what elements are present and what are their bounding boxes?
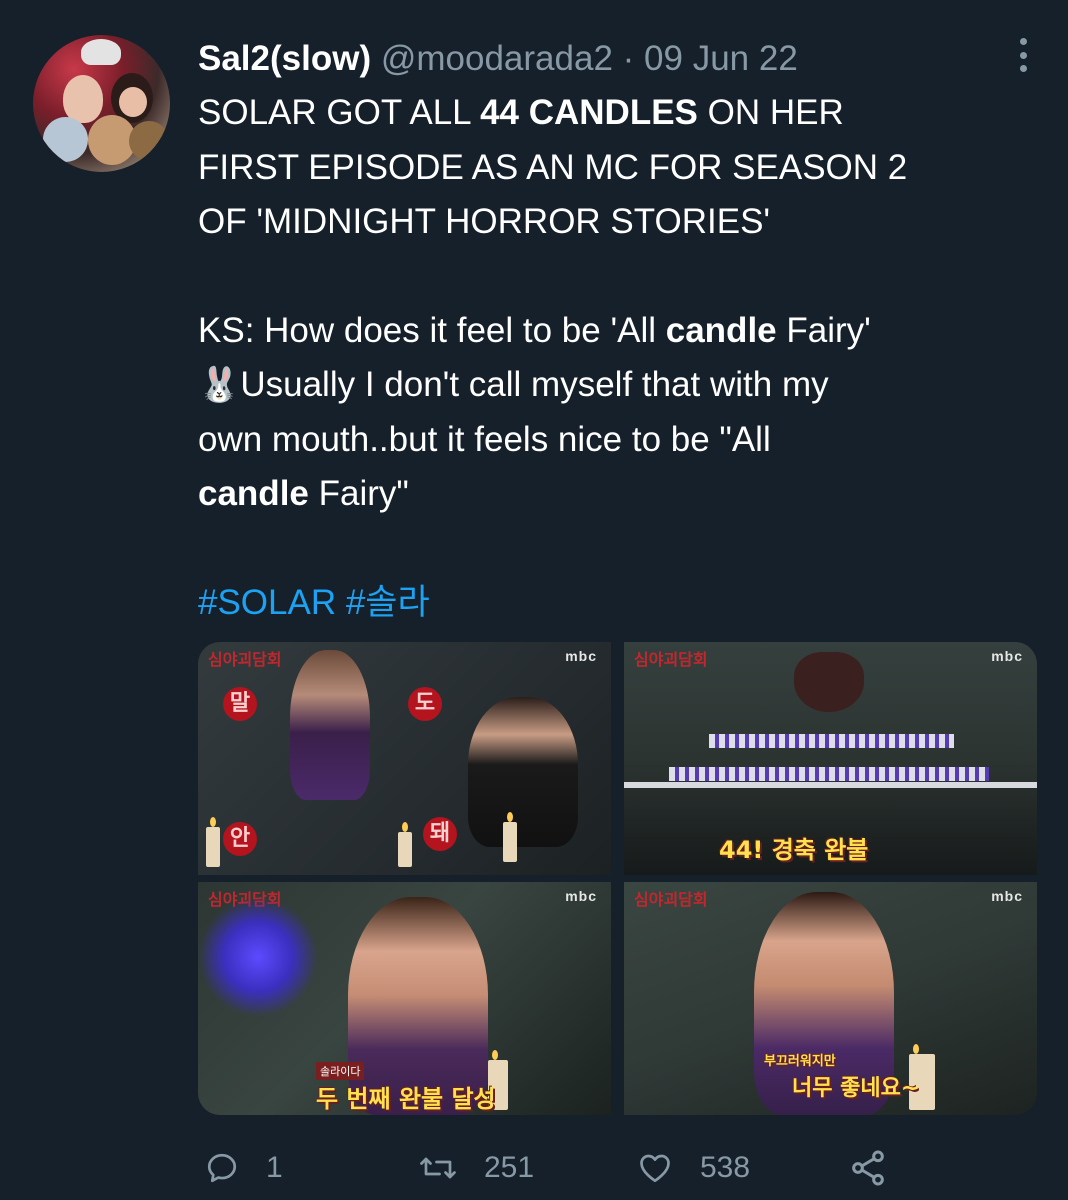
more-options-icon[interactable] (1018, 38, 1028, 72)
media-image-3[interactable]: 심야괴담회 mbc 솔라이다 두 번째 완불 달성 (198, 882, 611, 1115)
text-line: FIRST EPISODE AS AN MC FOR SEASON 2 (198, 147, 908, 187)
reply-button[interactable]: 1 (204, 1144, 283, 1192)
reply-count: 1 (266, 1151, 283, 1184)
host-figure (468, 697, 578, 847)
show-logo: 심야괴담회 (634, 892, 708, 909)
text-line: SOLAR GOT ALL 44 CANDLES ON HER (198, 93, 844, 132)
tweet-card[interactable]: Sal2(slow) @moodarada2 · 09 Jun 22 SOLAR… (0, 0, 1068, 1200)
caption-blob: 도 (408, 687, 442, 721)
media-grid: 심야괴담회 mbc 말 도 안 돼 심야괴담회 mbc 44! 경축 완불 심야… (198, 642, 1037, 1115)
frame-caption: 너무 좋네요~ (792, 1076, 920, 1101)
solar-figure (290, 650, 370, 800)
text-line: OF 'MIDNIGHT HORROR STORIES' (198, 202, 771, 241)
caption-name-tag: 솔라이다 (316, 1062, 365, 1080)
hashtag-links[interactable]: #SOLAR #솔라 (198, 576, 1028, 631)
purple-light-shape (198, 897, 318, 1017)
separator-dot: · (622, 39, 635, 78)
avatar[interactable] (33, 35, 170, 172)
broadcaster-watermark: mbc (565, 888, 597, 904)
reply-icon (207, 1153, 237, 1183)
candle-row (669, 767, 989, 781)
share-icon (852, 1150, 884, 1186)
media-image-1[interactable]: 심야괴담회 mbc 말 도 안 돼 (198, 642, 611, 875)
bull-skull-shape (794, 652, 864, 712)
candle (503, 812, 517, 862)
heart-icon (640, 1154, 670, 1183)
text-line: own mouth..but it feels nice to be "All (198, 419, 771, 459)
text-line: 🐰Usually I don't call myself that with m… (198, 365, 829, 404)
display-name[interactable]: Sal2(slow) (198, 39, 371, 78)
tweet-text: SOLAR GOT ALL 44 CANDLES ON HER FIRST EP… (198, 86, 1028, 630)
rabbit-emoji-icon: 🐰 (198, 366, 241, 404)
caption-blob: 돼 (423, 817, 457, 851)
frame-caption: 두 번째 완불 달성 (316, 1085, 496, 1113)
caption-blob: 안 (223, 822, 257, 856)
show-logo: 심야괴담회 (634, 652, 708, 669)
broadcaster-watermark: mbc (991, 888, 1023, 904)
user-handle[interactable]: @moodarada2 (381, 39, 613, 78)
tweet-actions: 1 251 538 (200, 1144, 900, 1192)
like-count: 538 (700, 1151, 751, 1184)
broadcaster-watermark: mbc (565, 648, 597, 664)
retweet-button[interactable]: 251 (418, 1144, 534, 1192)
broadcaster-watermark: mbc (991, 648, 1023, 664)
caption-blob: 말 (223, 687, 257, 721)
text-line: candle Fairy" (198, 474, 409, 513)
retweet-count: 251 (484, 1151, 535, 1184)
candle-row (709, 734, 954, 748)
media-image-4[interactable]: 심야괴담회 mbc 부끄러워지만 너무 좋네요~ (624, 882, 1037, 1115)
candle (398, 822, 412, 867)
show-logo: 심야괴담회 (208, 652, 282, 669)
like-button[interactable]: 538 (636, 1144, 750, 1192)
frame-caption-top: 부끄러워지만 (764, 1054, 836, 1069)
tweet-date[interactable]: 09 Jun 22 (644, 39, 798, 78)
candle (206, 817, 220, 867)
retweet-icon (420, 1157, 456, 1179)
share-button[interactable] (848, 1144, 888, 1192)
text-line: KS: How does it feel to be 'All candle F… (198, 310, 871, 350)
frame-caption: 44! 경축 완불 (719, 836, 869, 864)
media-image-2[interactable]: 심야괴담회 mbc 44! 경축 완불 (624, 642, 1037, 875)
tweet-header: Sal2(slow) @moodarada2 · 09 Jun 22 (198, 36, 798, 82)
santa-hat-shape (81, 39, 121, 65)
